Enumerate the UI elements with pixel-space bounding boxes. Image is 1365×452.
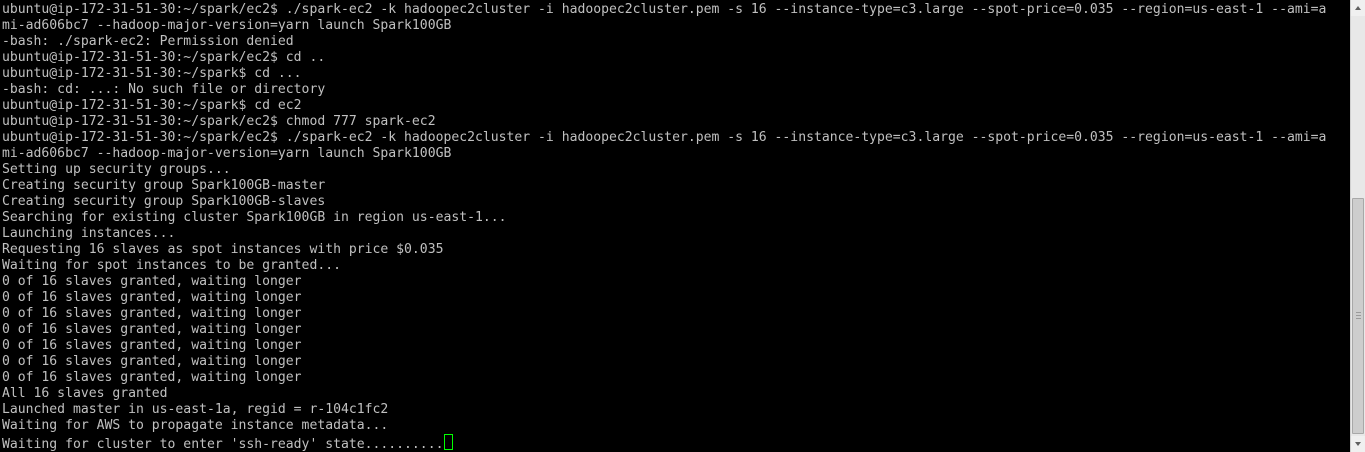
terminal-line: Searching for existing cluster Spark100G… — [2, 210, 507, 225]
terminal-current-line: Waiting for cluster to enter 'ssh-ready'… — [2, 434, 1349, 452]
scroll-thumb[interactable] — [1352, 198, 1364, 434]
terminal-line: 0 of 16 slaves granted, waiting longer — [2, 338, 302, 353]
terminal-output[interactable]: ubuntu@ip-172-31-51-30:~/spark/ec2$ ./sp… — [2, 2, 1349, 452]
terminal-line: 0 of 16 slaves granted, waiting longer — [2, 322, 302, 337]
terminal-line: 0 of 16 slaves granted, waiting longer — [2, 274, 302, 289]
terminal-line: ubuntu@ip-172-31-51-30:~/spark/ec2$ cd .… — [2, 50, 326, 65]
grip-icon — [1356, 312, 1361, 320]
terminal-line: 0 of 16 slaves granted, waiting longer — [2, 354, 302, 369]
terminal-line: ubuntu@ip-172-31-51-30:~/spark$ cd ec2 — [2, 98, 302, 113]
terminal-line: Waiting for spot instances to be granted… — [2, 258, 341, 273]
arrow-down-icon — [1355, 442, 1361, 446]
terminal-line: ubuntu@ip-172-31-51-30:~/spark/ec2$ ./sp… — [2, 2, 1327, 17]
terminal-line: 0 of 16 slaves granted, waiting longer — [2, 370, 302, 385]
terminal-line: -bash: cd: ...: No such file or director… — [2, 82, 326, 97]
terminal-line: ubuntu@ip-172-31-51-30:~/spark$ cd ... — [2, 66, 302, 81]
cursor-icon — [444, 434, 454, 450]
scroll-up-button[interactable] — [1351, 0, 1365, 16]
terminal-line: Requesting 16 slaves as spot instances w… — [2, 242, 444, 257]
terminal-line: Waiting for AWS to propagate instance me… — [2, 418, 389, 433]
vertical-scrollbar[interactable] — [1350, 0, 1365, 452]
terminal-line: Launching instances... — [2, 226, 176, 241]
terminal-line: mi-ad606bc7 --hadoop-major-version=yarn … — [2, 146, 452, 161]
terminal-line: All 16 slaves granted — [2, 386, 168, 401]
terminal-line: ubuntu@ip-172-31-51-30:~/spark/ec2$ chmo… — [2, 114, 436, 129]
terminal-line: Waiting for cluster to enter 'ssh-ready'… — [2, 437, 444, 452]
terminal-line: Setting up security groups... — [2, 162, 231, 177]
terminal-window: ubuntu@ip-172-31-51-30:~/spark/ec2$ ./sp… — [0, 0, 1365, 452]
terminal-line: Launched master in us-east-1a, regid = r… — [2, 402, 389, 417]
arrow-up-icon — [1355, 6, 1361, 10]
terminal-line: -bash: ./spark-ec2: Permission denied — [2, 34, 294, 49]
terminal-line: mi-ad606bc7 --hadoop-major-version=yarn … — [2, 18, 452, 33]
terminal-line: 0 of 16 slaves granted, waiting longer — [2, 306, 302, 321]
terminal-line: Creating security group Spark100GB-maste… — [2, 178, 326, 193]
terminal-line: ubuntu@ip-172-31-51-30:~/spark/ec2$ ./sp… — [2, 130, 1327, 145]
terminal-line: Creating security group Spark100GB-slave… — [2, 194, 326, 209]
terminal-line: 0 of 16 slaves granted, waiting longer — [2, 290, 302, 305]
scroll-down-button[interactable] — [1351, 436, 1365, 452]
